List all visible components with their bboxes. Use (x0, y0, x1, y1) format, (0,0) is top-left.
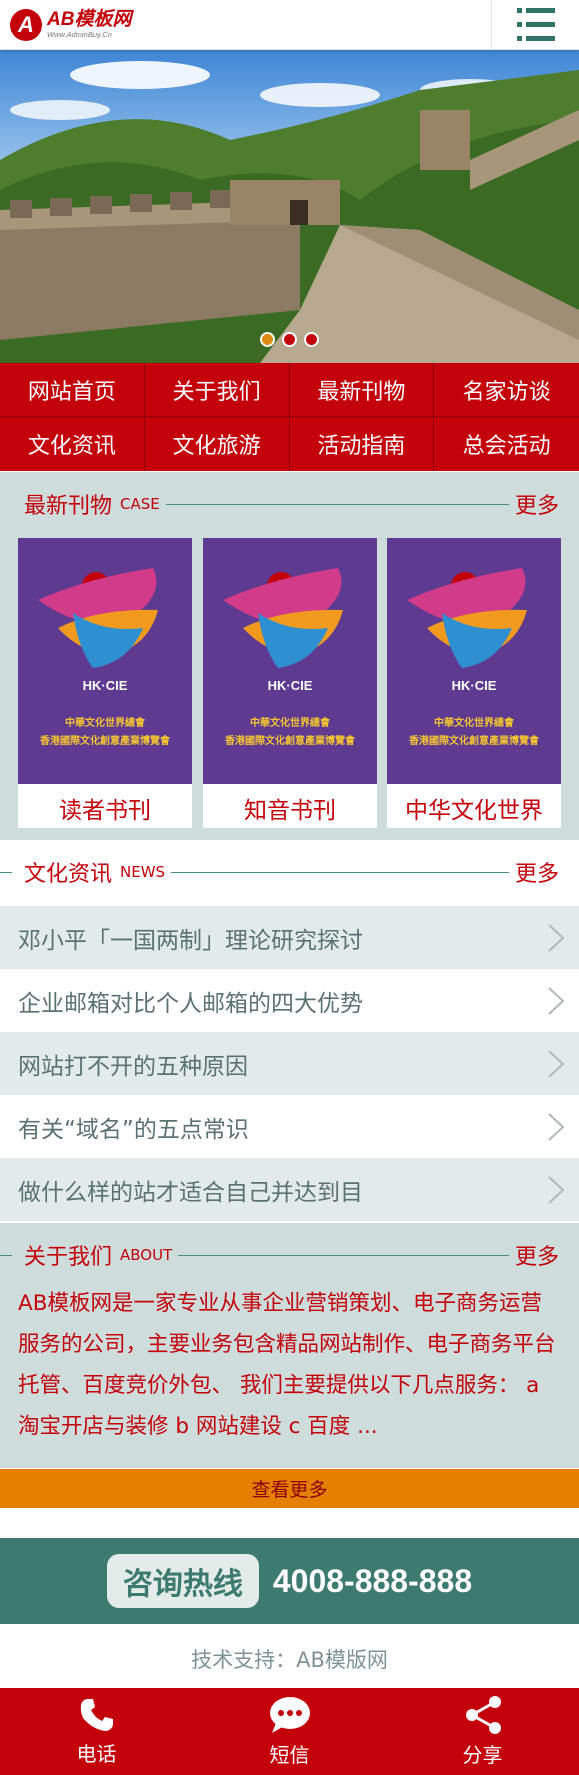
hamburger-menu-icon (516, 8, 555, 41)
more-link[interactable]: 更多 (515, 856, 559, 888)
view-more-button[interactable]: 查看更多 (0, 1469, 579, 1508)
products-section: 最新刊物 CASE 更多 HK·CIE 中華文化世界總會 香港國際文化創意產業博… (0, 472, 579, 840)
news-item[interactable]: 企业邮箱对比个人邮箱的四大优势 (0, 969, 579, 1032)
logo[interactable]: A AB模板网 Www.AdminBuy.Cn (10, 7, 131, 43)
product-cover-image: HK·CIE 中華文化世界總會 香港國際文化創意產業博覽會 (203, 538, 377, 784)
share-label: 分享 (462, 1743, 503, 1767)
cover-line: 中華文化世界總會 (434, 718, 514, 729)
product-name: 知音书刊 (244, 798, 336, 824)
hotline-banner[interactable]: 咨询热线 4008-888-888 (0, 1538, 579, 1624)
bottom-toolbar: 电话 短信 分享 (0, 1688, 579, 1775)
chevron-right-icon (548, 1050, 565, 1078)
hotline-number: 4008-888-888 (272, 1562, 473, 1599)
about-text: AB模板网是一家专业从事企业营销策划、电子商务运营服务的公司，主要业务包含精品网… (18, 1291, 556, 1439)
nav-item-culture-news[interactable]: 文化资讯 (0, 417, 145, 471)
message-icon (269, 1697, 310, 1733)
news-item[interactable]: 邓小平「一国两制」理论研究探讨 (0, 906, 579, 969)
chevron-right-icon (548, 924, 565, 952)
logo-text: AB模板网 Www.AdminBuy.Cn (47, 10, 131, 40)
product-cover-image: HK·CIE 中華文化世界總會 香港國際文化創意產業博覽會 (387, 538, 561, 784)
cover-line: 香港國際文化創意產業博覽會 (225, 736, 355, 747)
chevron-right-icon (548, 987, 565, 1015)
great-wall-photo (0, 50, 579, 363)
divider (0, 1254, 12, 1256)
hkcie-logo-icon (223, 568, 343, 668)
section-title-zh: 最新刊物 (24, 494, 113, 519)
header: A AB模板网 Www.AdminBuy.Cn (0, 0, 579, 50)
more-link[interactable]: 更多 (515, 1239, 559, 1271)
cover-badge: HK·CIE (82, 678, 128, 693)
news-item-title: 做什么样的站才适合自己并达到目 (18, 1179, 363, 1206)
banner-slider[interactable] (0, 50, 579, 363)
slider-dot[interactable] (304, 332, 319, 347)
nav-item-about[interactable]: 关于我们 (144, 363, 290, 417)
section-title-en: NEWS (120, 863, 166, 881)
sms-label: 短信 (269, 1743, 310, 1767)
sms-button[interactable]: 短信 (193, 1688, 386, 1775)
cover-line: 香港國際文化創意產業博覽會 (409, 736, 539, 747)
share-icon (465, 1696, 501, 1734)
news-item-title: 企业邮箱对比个人邮箱的四大优势 (18, 990, 363, 1017)
nav-item-association-events[interactable]: 总会活动 (434, 417, 579, 471)
divider (178, 1254, 509, 1256)
divider (171, 871, 509, 873)
slider-dots (0, 332, 579, 347)
cover-line: 中華文化世界總會 (65, 718, 145, 729)
product-card[interactable]: HK·CIE 中華文化世界總會 香港國際文化創意產業博覽會 读者书刊 (18, 538, 192, 828)
section-title: 最新刊物 CASE 更多 (0, 484, 579, 524)
phone-icon (80, 1699, 113, 1731)
news-item[interactable]: 网站打不开的五种原因 (0, 1032, 579, 1095)
product-card[interactable]: HK·CIE 中華文化世界總會 香港國際文化創意產業博覽會 知音书刊 (203, 538, 377, 828)
product-name: 读者书刊 (59, 798, 151, 824)
news-item-title: 有关“域名”的五点常识 (18, 1116, 249, 1143)
nav-item-events-guide[interactable]: 活动指南 (290, 417, 435, 471)
product-cover-image: HK·CIE 中華文化世界總會 香港國際文化創意產業博覽會 (18, 538, 192, 784)
news-item-title: 邓小平「一国两制」理论研究探讨 (18, 927, 363, 954)
product-name: 中华文化世界 (405, 798, 543, 824)
chevron-right-icon (548, 1176, 565, 1204)
nav-item-culture-travel[interactable]: 文化旅游 (145, 417, 290, 471)
hotline-label: 咨询热线 (106, 1554, 259, 1608)
cover-badge: HK·CIE (267, 678, 313, 693)
news-section: 文化资讯 NEWS 更多 邓小平「一国两制」理论研究探讨 企业邮箱对比个人邮箱的… (0, 840, 579, 1223)
hkcie-logo-icon (407, 568, 527, 668)
nav-item-home[interactable]: 网站首页 (0, 363, 145, 417)
tech-support-text: 技术支持：AB模版网 (191, 1648, 388, 1672)
menu-button[interactable] (491, 0, 579, 50)
cover-line: 香港國際文化創意產業博覽會 (40, 736, 170, 747)
nav-item-publications[interactable]: 最新刊物 (289, 363, 435, 417)
cover-line: 中華文化世界總會 (250, 718, 330, 729)
cover-badge: HK·CIE (451, 678, 497, 693)
section-title-en: ABOUT (120, 1246, 173, 1264)
section-title: 关于我们 ABOUT 更多 (0, 1235, 579, 1275)
nav-item-interviews[interactable]: 名家访谈 (434, 363, 579, 417)
section-title-zh: 关于我们 (24, 1245, 113, 1270)
share-button[interactable]: 分享 (386, 1688, 579, 1775)
news-item[interactable]: 有关“域名”的五点常识 (0, 1095, 579, 1158)
section-title: 文化资讯 NEWS 更多 (0, 852, 579, 892)
section-title-en: CASE (120, 495, 160, 513)
chevron-right-icon (548, 1113, 565, 1141)
logo-title: AB模板网 (47, 9, 132, 30)
section-title-zh: 文化资讯 (24, 862, 113, 887)
slider-dot[interactable] (282, 332, 297, 347)
product-card[interactable]: HK·CIE 中華文化世界總會 香港國際文化創意產業博覽會 中华文化世界 (387, 538, 561, 828)
divider (165, 503, 509, 505)
call-button[interactable]: 电话 (0, 1688, 193, 1775)
more-link[interactable]: 更多 (515, 488, 559, 520)
call-label: 电话 (76, 1742, 117, 1766)
main-nav: 网站首页 关于我们 最新刊物 名家访谈 文化资讯 文化旅游 活动指南 总会活动 (0, 363, 579, 471)
logo-mark-icon: A (10, 9, 42, 41)
logo-url: Www.AdminBuy.Cn (47, 30, 112, 39)
slider-dot[interactable] (260, 332, 275, 347)
about-section: 关于我们 ABOUT 更多 AB模板网是一家专业从事企业营销策划、电子商务运营服… (0, 1223, 579, 1468)
news-item[interactable]: 做什么样的站才适合自己并达到目 (0, 1158, 579, 1221)
hkcie-logo-icon (38, 568, 158, 668)
news-item-title: 网站打不开的五种原因 (18, 1053, 248, 1080)
divider (0, 871, 12, 873)
